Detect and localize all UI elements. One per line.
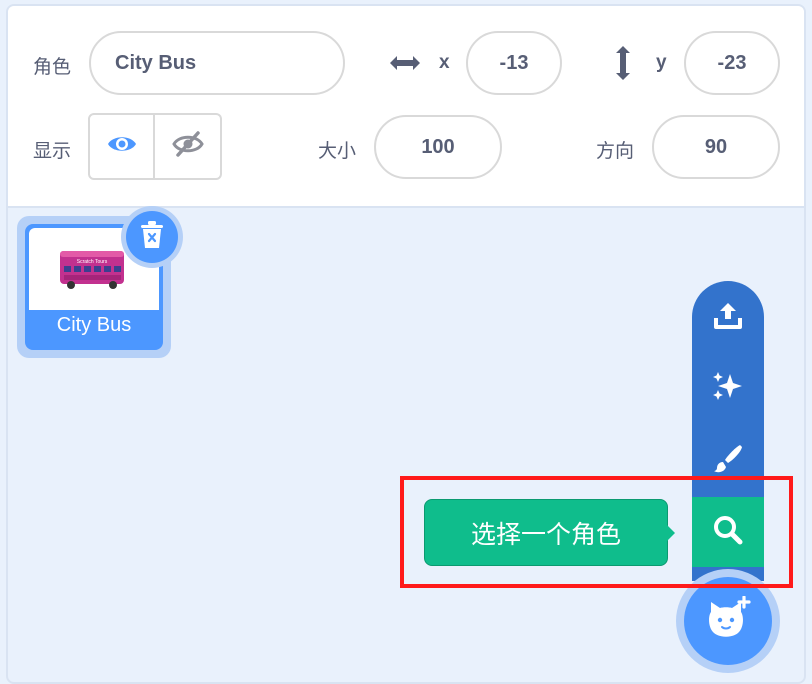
direction-label: 方向 — [596, 140, 635, 162]
sprite-name-input[interactable]: City Bus — [89, 31, 345, 95]
x-label: x — [439, 52, 450, 73]
show-label: 显示 — [33, 140, 72, 162]
size-input[interactable]: 100 — [374, 115, 502, 179]
bus-sign-text: Scratch Tours — [77, 259, 108, 265]
surprise-sparkle-icon — [712, 370, 744, 407]
paint-brush-icon — [712, 442, 744, 479]
sprite-name-label: 角色 — [33, 56, 72, 78]
delete-sprite-button[interactable] — [121, 206, 183, 268]
annotation-highlight-box — [400, 476, 793, 588]
upload-icon — [712, 300, 744, 337]
vertical-arrows-icon — [611, 44, 635, 87]
upload-sprite-button[interactable] — [692, 283, 764, 353]
eye-icon — [107, 133, 137, 160]
surprise-button[interactable] — [692, 353, 764, 423]
eye-slash-icon — [171, 130, 204, 163]
x-input[interactable]: -13 — [466, 31, 562, 95]
show-sprite-button[interactable] — [88, 113, 155, 180]
trash-icon — [139, 220, 165, 255]
sprite-tile-name: City Bus — [56, 314, 132, 336]
size-label: 大小 — [318, 140, 357, 162]
cat-plus-icon — [705, 594, 751, 647]
hide-sprite-button[interactable] — [155, 113, 222, 180]
horizontal-arrows-icon — [388, 51, 422, 80]
y-label: y — [656, 52, 667, 73]
direction-input[interactable]: 90 — [652, 115, 780, 179]
y-input[interactable]: -23 — [684, 31, 780, 95]
